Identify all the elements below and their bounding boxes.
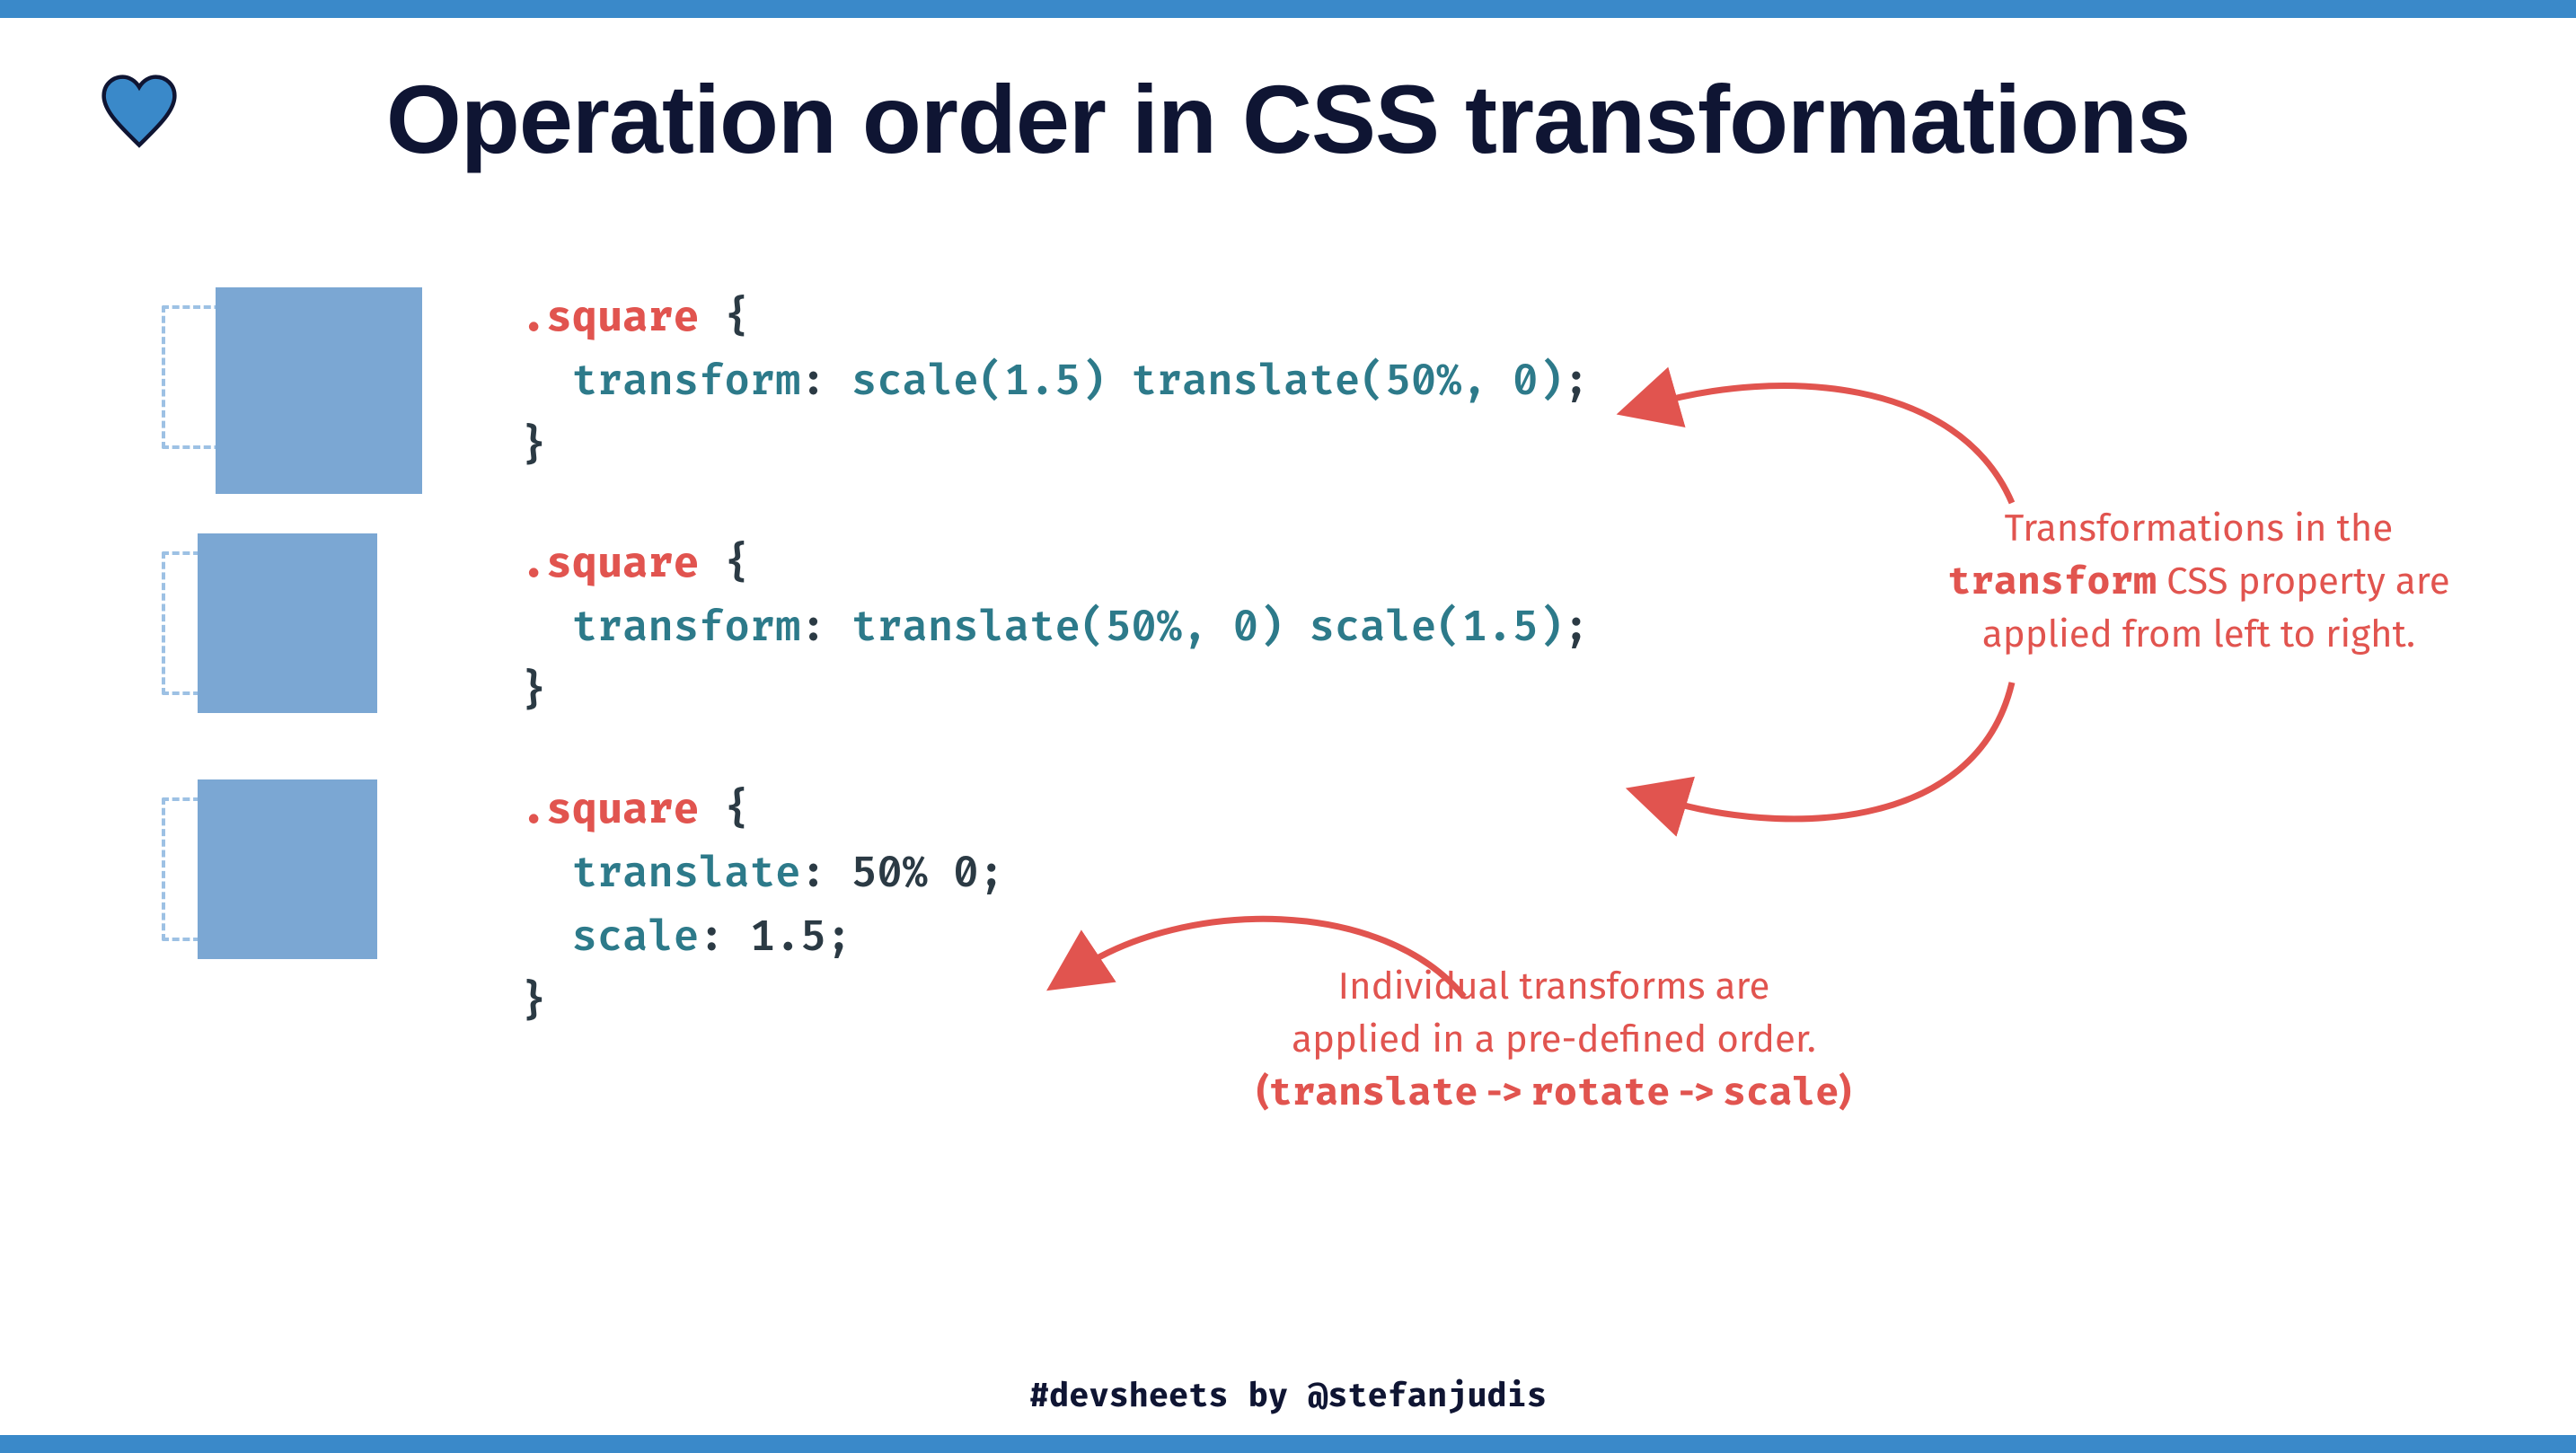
footer-credit: #devsheets by @stefanjudis	[0, 1378, 2576, 1417]
selector: .square	[521, 294, 699, 344]
transformed-square	[198, 779, 377, 959]
page-title: Operation order in CSS transformations	[0, 63, 2576, 175]
transform-demo	[162, 779, 413, 959]
transformed-square	[198, 533, 377, 713]
footer-handle: @stefanjudis	[1308, 1378, 1547, 1417]
example-row: .square { transform: scale(1.5) translat…	[162, 287, 2414, 480]
top-accent-bar	[0, 0, 2576, 18]
selector: .square	[521, 786, 699, 836]
annotation-transform-property: Transformations in the transform CSS pro…	[1929, 503, 2468, 661]
code-block: .square { translate: 50% 0; scale: 1.5; …	[521, 779, 1004, 1035]
bottom-accent-bar	[0, 1435, 2576, 1453]
devsheet-slide: Operation order in CSS transformations .…	[0, 0, 2576, 1453]
code-block: .square { transform: translate(50%, 0) s…	[521, 533, 1589, 726]
selector: .square	[521, 540, 699, 590]
footer-hashtag: #devsheets	[1029, 1378, 1229, 1417]
code-block: .square { transform: scale(1.5) translat…	[521, 287, 1589, 480]
transform-demo	[162, 287, 413, 467]
transform-demo	[162, 533, 413, 713]
annotation-individual-transforms: Individual transforms are applied in a p…	[1186, 961, 1922, 1119]
transformed-square	[216, 287, 422, 494]
